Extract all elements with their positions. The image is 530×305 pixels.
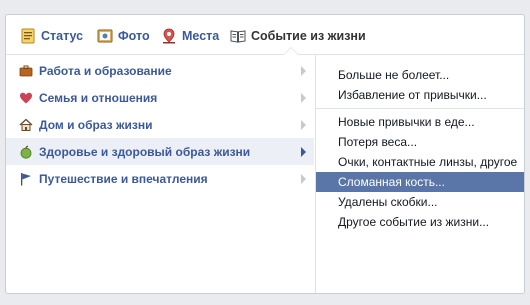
category-home-lifestyle[interactable]: Дом и образ жизни bbox=[6, 111, 314, 138]
tab-life-event-label: Событие из жизни bbox=[251, 29, 366, 43]
place-pin-icon bbox=[161, 28, 177, 44]
chevron-right-icon bbox=[301, 120, 306, 130]
active-tab-caret bbox=[283, 47, 299, 55]
submenu-item[interactable]: Очки, контактные линзы, другое bbox=[316, 152, 524, 172]
submenu-item[interactable]: Избавление от привычки... bbox=[316, 85, 524, 105]
flag-icon bbox=[19, 172, 33, 186]
heart-icon bbox=[19, 91, 33, 105]
category-list: Работа и образование Семья и отношения Д… bbox=[6, 57, 314, 192]
chevron-right-icon bbox=[301, 147, 306, 157]
submenu-item[interactable]: Удалены скобки... bbox=[316, 192, 524, 212]
submenu-item[interactable]: Другое событие из жизни... bbox=[316, 212, 524, 232]
photo-icon bbox=[97, 28, 113, 44]
chevron-right-icon bbox=[301, 174, 306, 184]
life-event-composer: Статус Фото Места Событие из жизни Работ… bbox=[5, 14, 525, 294]
category-health-wellness[interactable]: Здоровье и здоровый образ жизни bbox=[6, 138, 314, 165]
category-label: Путешествие и впечатления bbox=[39, 171, 208, 186]
category-travel-experiences[interactable]: Путешествие и впечатления bbox=[6, 165, 314, 192]
chevron-right-icon bbox=[301, 93, 306, 103]
tab-places-label: Места bbox=[182, 29, 220, 43]
tab-life-event[interactable]: Событие из жизни bbox=[230, 27, 366, 45]
submenu-item[interactable]: Потеря веса... bbox=[316, 132, 524, 152]
life-event-book-icon bbox=[230, 28, 246, 44]
tab-status[interactable]: Статус bbox=[20, 27, 83, 45]
category-work-education[interactable]: Работа и образование bbox=[6, 57, 314, 84]
category-label: Здоровье и здоровый образ жизни bbox=[39, 144, 251, 159]
apple-icon bbox=[19, 145, 33, 159]
submenu-item[interactable]: Новые привычки в еде... bbox=[316, 112, 524, 132]
category-label: Дом и образ жизни bbox=[39, 117, 153, 132]
category-family-relationships[interactable]: Семья и отношения bbox=[6, 84, 314, 111]
briefcase-icon bbox=[19, 64, 33, 78]
tab-photo-label: Фото bbox=[118, 29, 150, 43]
health-events-submenu: Больше не болеет... Избавление от привыч… bbox=[316, 65, 524, 232]
submenu-separator bbox=[316, 108, 524, 109]
status-icon bbox=[20, 28, 36, 44]
chevron-right-icon bbox=[301, 66, 306, 76]
submenu-item[interactable]: Больше не болеет... bbox=[316, 65, 524, 85]
tab-status-label: Статус bbox=[41, 29, 84, 43]
category-label: Семья и отношения bbox=[39, 90, 158, 105]
house-icon bbox=[19, 118, 33, 132]
category-label: Работа и образование bbox=[39, 63, 172, 78]
submenu-item-highlighted[interactable]: Сломанная кость... bbox=[316, 172, 524, 192]
tab-photo[interactable]: Фото bbox=[97, 27, 150, 45]
composer-tab-bar: Статус Фото Места Событие из жизни bbox=[6, 15, 524, 55]
tab-places[interactable]: Места bbox=[161, 27, 219, 45]
